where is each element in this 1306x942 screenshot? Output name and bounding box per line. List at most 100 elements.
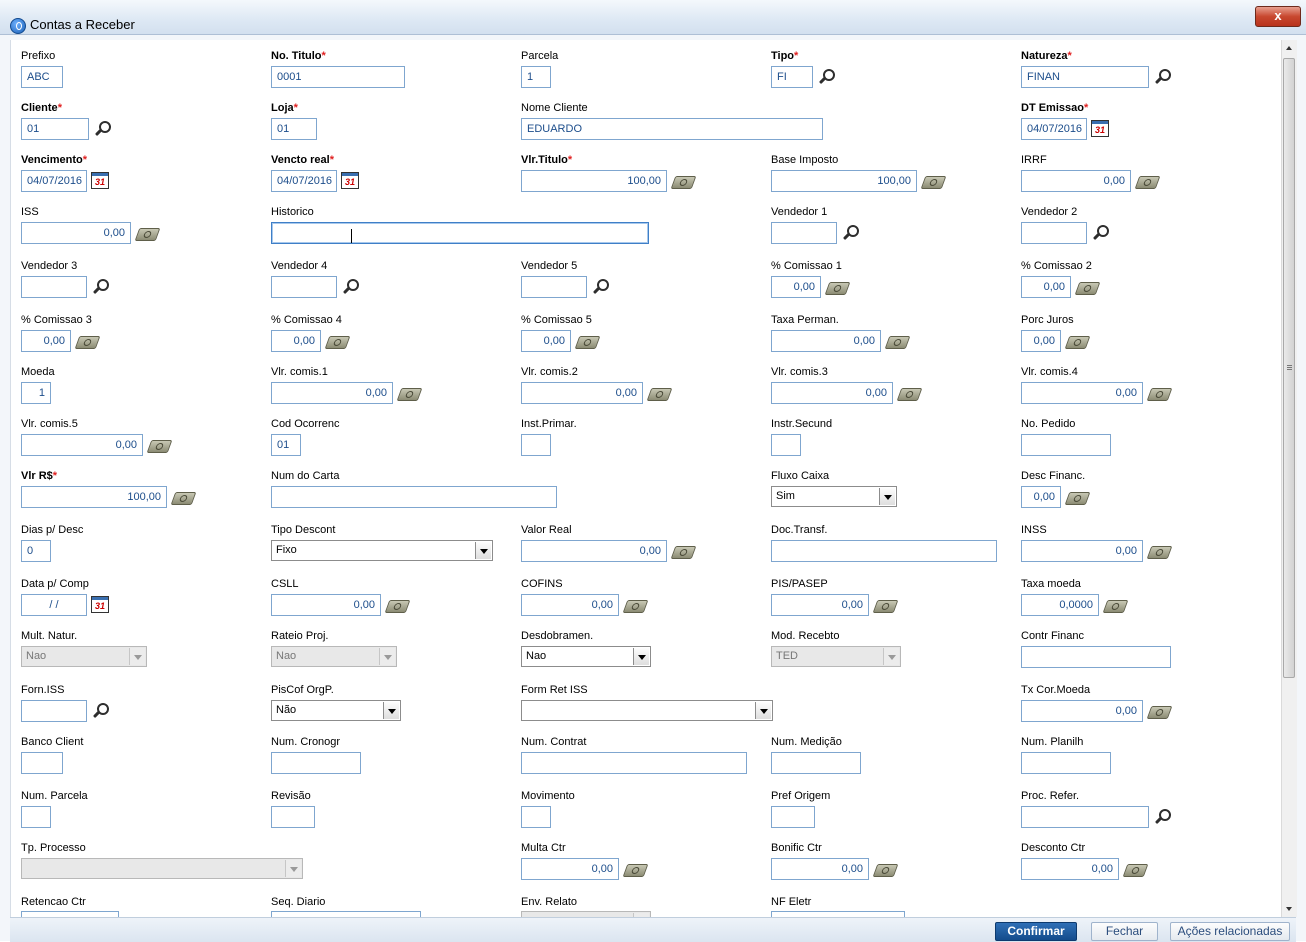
scroll-up-arrow-icon[interactable] [1282,40,1297,56]
taxa-perman-input[interactable]: 0,00 [771,330,881,352]
money-icon[interactable] [1134,176,1161,189]
moeda-input[interactable]: 1 [21,382,51,404]
search-icon[interactable] [92,278,110,296]
search-icon[interactable] [1154,68,1172,86]
porc-juros-input[interactable]: 0,00 [1021,330,1061,352]
contr-financ-input[interactable] [1021,646,1171,668]
chevron-down-icon[interactable] [879,488,895,505]
num-carta-input[interactable] [271,486,557,508]
nome-cliente-input[interactable]: EDUARDO [521,118,823,140]
search-icon[interactable] [1092,224,1110,242]
vlr-comis-5-input[interactable]: 0,00 [21,434,143,456]
banco-client-input[interactable] [21,752,63,774]
search-icon[interactable] [342,278,360,296]
pis-pasep-input[interactable]: 0,00 [771,594,869,616]
iss-input[interactable]: 0,00 [21,222,131,244]
money-icon[interactable] [384,600,411,613]
vendedor-3-input[interactable] [21,276,87,298]
tipo-input[interactable]: FI [771,66,813,88]
money-icon[interactable] [622,864,649,877]
dias-desc-input[interactable]: 0 [21,540,51,562]
doc-transf-input[interactable] [771,540,997,562]
form-ret-iss-select[interactable] [521,700,773,721]
chevron-down-icon[interactable] [475,542,491,559]
acoes-relacionadas-button[interactable]: Ações relacionadas [1170,922,1290,941]
search-icon[interactable] [1154,808,1172,826]
money-icon[interactable] [670,546,697,559]
money-icon[interactable] [1064,492,1091,505]
comissao-2-input[interactable]: 0,00 [1021,276,1071,298]
search-icon[interactable] [592,278,610,296]
pref-origem-input[interactable] [771,806,815,828]
movimento-input[interactable] [521,806,551,828]
desconto-ctr-input[interactable]: 0,00 [1021,858,1119,880]
money-icon[interactable] [896,388,923,401]
tipo-descont-select[interactable]: Fixo [271,540,493,561]
desc-financ-input[interactable]: 0,00 [1021,486,1061,508]
money-icon[interactable] [146,440,173,453]
calendar-icon[interactable]: 31 [1091,120,1109,137]
chevron-down-icon[interactable] [633,648,649,665]
instr-secund-input[interactable] [771,434,801,456]
money-icon[interactable] [622,600,649,613]
search-icon[interactable] [92,702,110,720]
money-icon[interactable] [170,492,197,505]
comissao-5-input[interactable]: 0,00 [521,330,571,352]
no-titulo-input[interactable]: 0001 [271,66,405,88]
fechar-button[interactable]: Fechar [1091,922,1158,941]
proc-refer-input[interactable] [1021,806,1149,828]
vendedor-1-input[interactable] [771,222,837,244]
vendedor-4-input[interactable] [271,276,337,298]
vlr-comis-2-input[interactable]: 0,00 [521,382,643,404]
search-icon[interactable] [94,120,112,138]
csll-input[interactable]: 0,00 [271,594,381,616]
money-icon[interactable] [1146,546,1173,559]
money-icon[interactable] [646,388,673,401]
vendedor-5-input[interactable] [521,276,587,298]
bonific-ctr-input[interactable]: 0,00 [771,858,869,880]
dt-emissao-input[interactable]: 04/07/2016 [1021,118,1087,140]
vencto-real-input[interactable]: 04/07/2016 [271,170,337,192]
money-icon[interactable] [74,336,101,349]
money-icon[interactable] [872,864,899,877]
tx-cor-moeda-input[interactable]: 0,00 [1021,700,1143,722]
money-icon[interactable] [396,388,423,401]
loja-input[interactable]: 01 [271,118,317,140]
search-icon[interactable] [818,68,836,86]
natureza-input[interactable]: FINAN [1021,66,1149,88]
no-pedido-input[interactable] [1021,434,1111,456]
money-icon[interactable] [1102,600,1129,613]
comissao-3-input[interactable]: 0,00 [21,330,71,352]
close-button[interactable]: x [1255,6,1301,27]
money-icon[interactable] [574,336,601,349]
money-icon[interactable] [1074,282,1101,295]
confirmar-button[interactable]: Confirmar [995,922,1077,941]
money-icon[interactable] [1146,706,1173,719]
piscof-orgp-select[interactable]: Não [271,700,401,721]
calendar-icon[interactable]: 31 [91,172,109,189]
chevron-down-icon[interactable] [383,702,399,719]
inst-primar-input[interactable] [521,434,551,456]
taxa-moeda-input[interactable]: 0,0000 [1021,594,1099,616]
calendar-icon[interactable]: 31 [91,596,109,613]
num-cronogr-input[interactable] [271,752,361,774]
irrf-input[interactable]: 0,00 [1021,170,1131,192]
inss-input[interactable]: 0,00 [1021,540,1143,562]
money-icon[interactable] [824,282,851,295]
search-icon[interactable] [842,224,860,242]
vencimento-input[interactable]: 04/07/2016 [21,170,87,192]
prefixo-input[interactable]: ABC [21,66,63,88]
money-icon[interactable] [1064,336,1091,349]
comissao-1-input[interactable]: 0,00 [771,276,821,298]
multa-ctr-input[interactable]: 0,00 [521,858,619,880]
vlr-titulo-input[interactable]: 100,00 [521,170,667,192]
num-planilh-input[interactable] [1021,752,1111,774]
cod-ocorrenc-input[interactable]: 01 [271,434,301,456]
num-medicao-input[interactable] [771,752,861,774]
comissao-4-input[interactable]: 0,00 [271,330,321,352]
valor-real-input[interactable]: 0,00 [521,540,667,562]
data-comp-input[interactable]: / / [21,594,87,616]
revisao-input[interactable] [271,806,315,828]
scroll-down-arrow-icon[interactable] [1282,901,1297,917]
money-icon[interactable] [884,336,911,349]
